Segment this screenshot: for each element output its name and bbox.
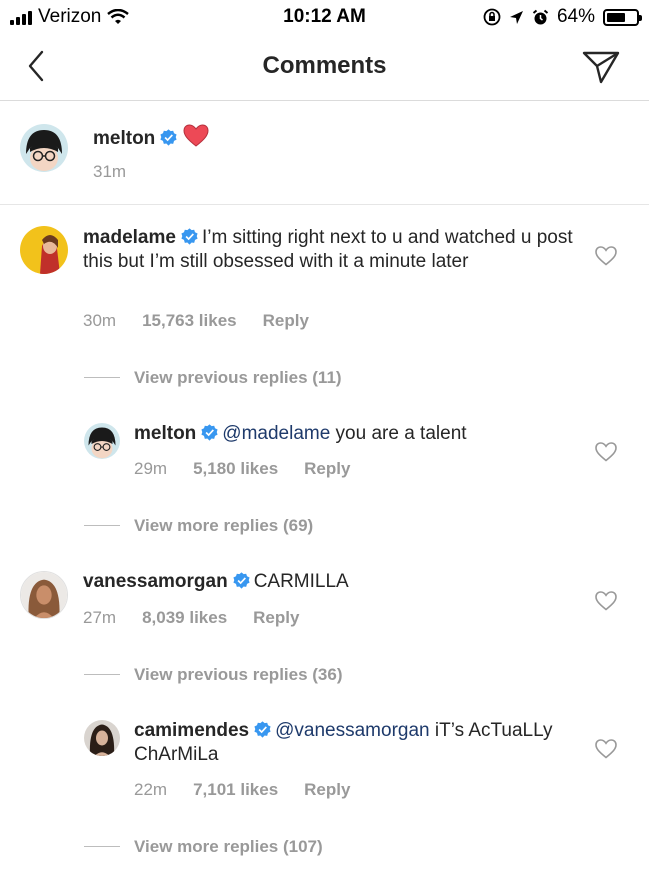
caption-meta: 31m [93,162,126,182]
post-caption: melton 31m [0,101,649,205]
comment-body: CARMILLA [253,571,349,592]
status-bar: Verizon 10:12 AM 64% [0,0,649,34]
battery-icon [603,8,642,26]
reply-button[interactable]: Reply [304,459,350,479]
like-heart-icon[interactable] [595,442,617,462]
view-more-replies[interactable]: View more replies (107) [134,837,323,857]
comment-meta: 27m 8,039 likes Reply [83,608,299,628]
direct-message-icon[interactable] [581,48,621,86]
caption-username[interactable]: melton [93,128,155,149]
reply-button[interactable]: Reply [304,780,350,800]
comment-meta: 29m 5,180 likes Reply [134,459,350,479]
comment-username[interactable]: vanessamorgan [83,571,228,592]
verified-badge-icon [201,424,218,441]
verified-badge-icon [160,129,177,146]
like-heart-icon[interactable] [595,591,617,611]
comment-username[interactable]: melton [134,423,196,444]
comment-likes[interactable]: 8,039 likes [142,608,227,628]
reply-button[interactable]: Reply [253,608,299,628]
alarm-icon [532,9,549,24]
avatar[interactable] [84,720,120,756]
like-heart-icon[interactable] [595,739,617,759]
view-previous-replies[interactable]: View previous replies (11) [134,368,342,388]
status-icons: 64% [483,6,642,28]
location-icon [509,10,523,24]
comment-body: you are a talent [330,423,467,444]
thread-line [84,846,120,847]
view-more-replies[interactable]: View more replies (69) [134,516,313,536]
nav-bar: Comments [0,34,649,101]
comment-username[interactable]: madelame [83,227,176,248]
comment-text: vanessamorgan CARMILLA [83,570,573,594]
comment-likes[interactable]: 5,180 likes [193,459,278,479]
thread-line [84,525,120,526]
comment-time: 27m [83,608,117,627]
view-previous-replies[interactable]: View previous replies (36) [134,665,343,685]
verified-badge-icon [233,572,250,589]
red-heart-emoji [183,124,209,147]
comment-username[interactable]: camimendes [134,720,249,741]
like-heart-icon[interactable] [595,246,617,266]
mention-link[interactable]: @madelame [222,423,330,444]
comment-text: madelame I’m sitting right next to u and … [83,226,573,273]
reply-button[interactable]: Reply [263,311,309,331]
comment-meta: 30m 15,763 likes Reply [83,311,309,331]
comment-time: 22m [134,780,168,799]
comment-time: 30m [83,311,117,330]
caption-time: 31m [93,162,127,181]
comment-text: camimendes @vanessamorgan iT’s AcTuaLLy C… [134,719,574,766]
comment-meta: 22m 7,101 likes Reply [134,780,350,800]
mention-link[interactable]: @vanessamorgan [275,720,429,741]
avatar[interactable] [84,423,120,459]
verified-badge-icon [254,721,271,738]
thread-line [84,377,120,378]
comment-likes[interactable]: 7,101 likes [193,780,278,800]
comment-time: 29m [134,459,168,478]
avatar[interactable] [20,226,68,274]
comment-likes[interactable]: 15,763 likes [142,311,237,331]
avatar[interactable] [20,124,68,172]
battery-percent: 64% [556,6,595,27]
avatar[interactable] [20,571,68,619]
comment-text: melton @madelame you are a talent [134,422,574,446]
thread-line [84,674,120,675]
page-title: Comments [262,52,387,79]
caption-line: melton [93,124,209,151]
verified-badge-icon [181,228,198,245]
rotation-lock-icon [483,8,501,26]
